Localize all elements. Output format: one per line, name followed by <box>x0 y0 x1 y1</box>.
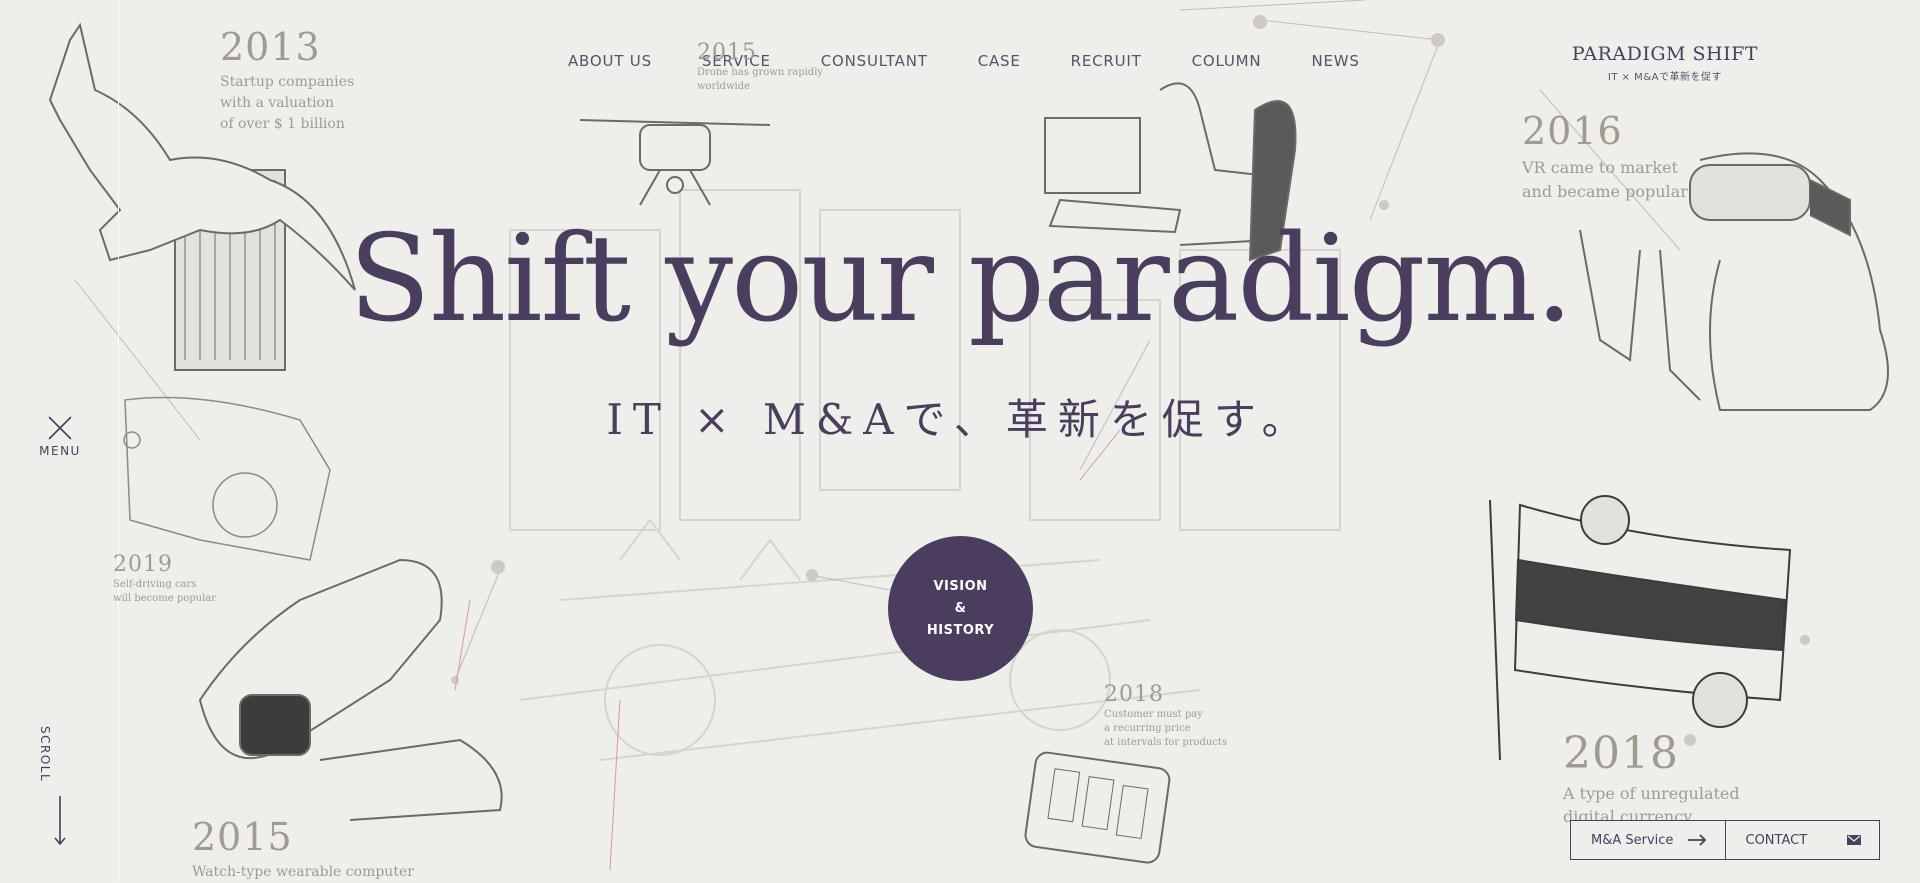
ma-service-label: M&A Service <box>1591 832 1674 848</box>
arrow-right-icon <box>1687 834 1706 846</box>
note-2015-watch: 2015 Watch-type wearable computer <box>192 818 414 883</box>
smartwatch-sketch <box>198 558 503 821</box>
note-line: will become popular <box>113 593 217 604</box>
note-line: VR came to market <box>1522 158 1679 177</box>
history-label: HISTORY <box>926 622 995 638</box>
note-2018-currency: 2018 A type of unregulated digital curre… <box>1563 732 1740 828</box>
note-line: A type of unregulated <box>1563 784 1740 803</box>
note-line: of over $ 1 billion <box>220 116 345 132</box>
note-line: Customer must pay <box>1104 709 1203 720</box>
ampersand-label: & <box>954 600 967 616</box>
note-desc: Startup companies with a valuation of ov… <box>220 72 354 135</box>
nav-consultant[interactable]: CONSULTANT <box>821 52 928 70</box>
hero-subtitle: IT × M&Aで、革新を促す。 <box>606 395 1314 444</box>
tablet-sketch <box>1024 751 1171 864</box>
drone-sketch <box>579 119 771 206</box>
note-desc: Drone has grown rapidly worldwide <box>697 66 823 94</box>
note-year: 2019 <box>113 552 173 577</box>
note-2013: 2013 Startup companies with a valuation … <box>220 28 354 135</box>
note-desc: Watch-type wearable computer <box>192 862 414 883</box>
nav-about-us[interactable]: ABOUT US <box>568 52 652 70</box>
note-line: and became popular <box>1522 182 1688 201</box>
note-line: Self-driving cars <box>113 579 197 590</box>
arrow-down-icon <box>54 796 66 846</box>
vision-history-button[interactable]: VISION & HISTORY <box>888 536 1033 681</box>
logo-subtitle: IT × M&Aで革新を促す <box>1607 72 1722 83</box>
note-2015-drone: 2015 Drone has grown rapidly worldwide <box>697 42 823 94</box>
note-line: worldwide <box>697 81 751 92</box>
note-desc: VR came to market and became popular <box>1522 156 1688 204</box>
note-line: with a valuation <box>220 95 334 111</box>
note-year: 2015 <box>192 815 293 859</box>
note-desc: Self-driving cars will become popular <box>113 578 216 606</box>
note-line: Watch-type wearable computer <box>192 864 414 880</box>
note-2019: 2019 Self-driving cars will become popul… <box>113 554 216 606</box>
logo-title: PARADIGM SHIFT <box>1571 43 1758 65</box>
note-desc: Customer must pay a recurring price at i… <box>1104 708 1227 750</box>
contact-label: CONTACT <box>1745 832 1808 848</box>
hero-title: Shift your paradigm. <box>348 210 1574 349</box>
flag-coins-sketch <box>1489 495 1792 761</box>
note-line: a recurring price <box>1104 723 1191 734</box>
note-year: 2016 <box>1522 109 1623 153</box>
site-logo[interactable]: PARADIGM SHIFT IT × M&Aで革新を促す <box>1572 43 1758 83</box>
note-line: Drone has grown rapidly <box>697 67 824 78</box>
note-year: 2013 <box>220 25 321 69</box>
contact-button[interactable]: CONTACT <box>1725 820 1880 860</box>
nav-news[interactable]: NEWS <box>1311 52 1359 70</box>
nav-column[interactable]: COLUMN <box>1192 52 1262 70</box>
footer-buttons: M&A Service CONTACT <box>1570 820 1880 860</box>
scroll-label: SCROLL <box>38 726 52 783</box>
note-2016: 2016 VR came to market and became popula… <box>1522 112 1688 204</box>
vision-label: VISION <box>933 578 988 594</box>
note-year: 2015 <box>697 40 757 65</box>
note-line: Startup companies <box>220 74 355 90</box>
ma-service-button[interactable]: M&A Service <box>1570 820 1726 860</box>
note-line: at intervals for products <box>1104 737 1228 748</box>
mail-icon <box>1847 835 1861 845</box>
nav-case[interactable]: CASE <box>978 52 1021 70</box>
nav-recruit[interactable]: RECRUIT <box>1071 52 1142 70</box>
note-year: 2018 <box>1563 728 1679 779</box>
main-nav: ABOUT US SERVICE CONSULTANT CASE RECRUIT… <box>568 52 1360 70</box>
note-year: 2018 <box>1104 682 1164 707</box>
note-2018-subscription: 2018 Customer must pay a recurring price… <box>1104 684 1227 750</box>
